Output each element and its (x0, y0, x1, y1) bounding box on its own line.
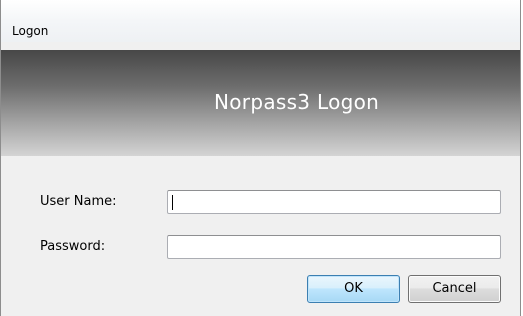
text-caret (172, 195, 173, 210)
window-title: Logon (12, 24, 49, 38)
username-label: User Name: (40, 194, 117, 209)
banner-title: Norpass3 Logon (214, 90, 380, 114)
title-bar[interactable]: Logon (1, 0, 520, 42)
password-label: Password: (40, 239, 106, 254)
password-input[interactable] (167, 235, 501, 259)
username-input[interactable] (167, 190, 501, 214)
cancel-button[interactable]: Cancel (408, 275, 501, 303)
logon-dialog: Logon Norpass3 Logon User Name: Password… (0, 0, 521, 316)
ok-button[interactable]: OK (307, 275, 400, 303)
header-banner: Norpass3 Logon (1, 50, 520, 156)
